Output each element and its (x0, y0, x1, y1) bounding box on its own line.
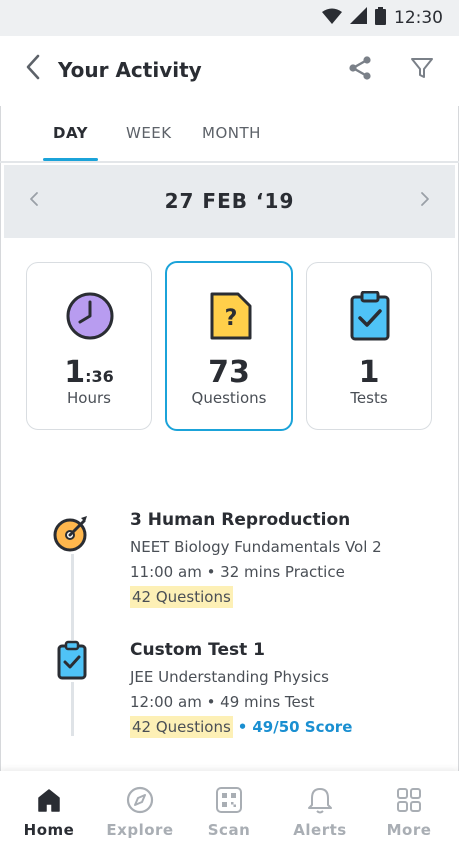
activity-book: JEE Understanding Physics (130, 668, 329, 686)
clock-icon (65, 291, 115, 341)
share-icon (347, 55, 373, 86)
tests-label: Tests (350, 389, 388, 407)
activity-tags: 42 Questions • 49/50 Score (130, 715, 352, 739)
nav-scan-label: Scan (207, 821, 251, 839)
hours-value-main: 1 (64, 355, 86, 390)
back-button[interactable] (18, 54, 48, 84)
clipboard-check-icon (345, 290, 395, 341)
stats-cards: 1:36 Hours ? 73 Questions 1 Tests (0, 261, 459, 432)
compass-icon (125, 785, 155, 815)
bottom-navigation: Home Explore Scan Alerts More (0, 771, 459, 859)
selected-date: 27 FEB ‘19 (164, 189, 295, 213)
nav-more-label: More (386, 821, 432, 839)
grid-icon (394, 785, 424, 815)
status-time: 12:30 (394, 8, 443, 28)
question-card-icon: ? (206, 291, 256, 341)
score-label: 49/50 Score (252, 718, 353, 736)
questions-value: 73 (208, 355, 250, 390)
hours-card[interactable]: 1:36 Hours (26, 262, 152, 430)
filter-icon (410, 56, 434, 85)
svg-text:?: ? (225, 306, 238, 331)
hours-value-minutes: :36 (85, 367, 114, 386)
period-tabs: DAY WEEK MONTH (0, 106, 459, 163)
questions-badge: 42 Questions (130, 716, 233, 738)
activity-title: 3 Human Reproduction (130, 510, 351, 530)
active-tab-indicator (43, 158, 98, 161)
nav-alerts-label: Alerts (293, 821, 347, 839)
activity-timeline: 3 Human Reproduction NEET Biology Fundam… (0, 500, 459, 740)
battery-icon (375, 6, 386, 30)
share-button[interactable] (344, 54, 376, 86)
separator-dot: • (237, 718, 248, 736)
tab-day[interactable]: DAY (53, 124, 88, 142)
questions-badge: 42 Questions (130, 586, 233, 608)
activity-tags: 42 Questions (130, 585, 233, 609)
signal-icon (350, 7, 367, 29)
chevron-left-icon (25, 54, 41, 85)
nav-explore[interactable]: Explore (100, 771, 180, 859)
hours-label: Hours (67, 389, 111, 407)
activity-title: Custom Test 1 (130, 640, 265, 660)
status-icons: 12:30 (322, 6, 443, 30)
nav-explore-label: Explore (106, 821, 174, 839)
clipboard-check-icon (52, 640, 92, 680)
hours-value: 1:36 (27, 355, 151, 390)
tab-month[interactable]: MONTH (202, 124, 261, 142)
date-navigator: 27 FEB ‘19 (4, 165, 455, 238)
nav-home-label: Home (23, 821, 75, 839)
wifi-icon (322, 8, 342, 29)
app-bar: Your Activity (0, 36, 459, 106)
page-title: Your Activity (58, 58, 202, 82)
target-dart-icon (52, 513, 92, 553)
chevron-right-icon (420, 191, 430, 212)
tests-card[interactable]: 1 Tests (306, 262, 432, 430)
home-icon (34, 785, 64, 815)
nav-more[interactable]: More (369, 771, 449, 859)
timeline-connector (71, 682, 74, 736)
bell-icon (305, 785, 335, 815)
tests-value: 1 (358, 355, 380, 390)
nav-home[interactable]: Home (9, 771, 89, 859)
activity-time: 12:00 am • 49 mins Test (130, 693, 315, 711)
activity-book: NEET Biology Fundamentals Vol 2 (130, 538, 382, 556)
nav-scan[interactable]: Scan (189, 771, 269, 859)
nav-alerts[interactable]: Alerts (280, 771, 360, 859)
qr-scan-icon (214, 785, 244, 815)
questions-label: Questions (191, 389, 267, 407)
questions-card[interactable]: ? 73 Questions (165, 261, 293, 431)
tab-week[interactable]: WEEK (126, 124, 172, 142)
status-bar: 12:30 (0, 0, 459, 36)
filter-button[interactable] (406, 54, 438, 86)
activity-time: 11:00 am • 32 mins Practice (130, 563, 345, 581)
next-date-button[interactable] (413, 189, 437, 213)
